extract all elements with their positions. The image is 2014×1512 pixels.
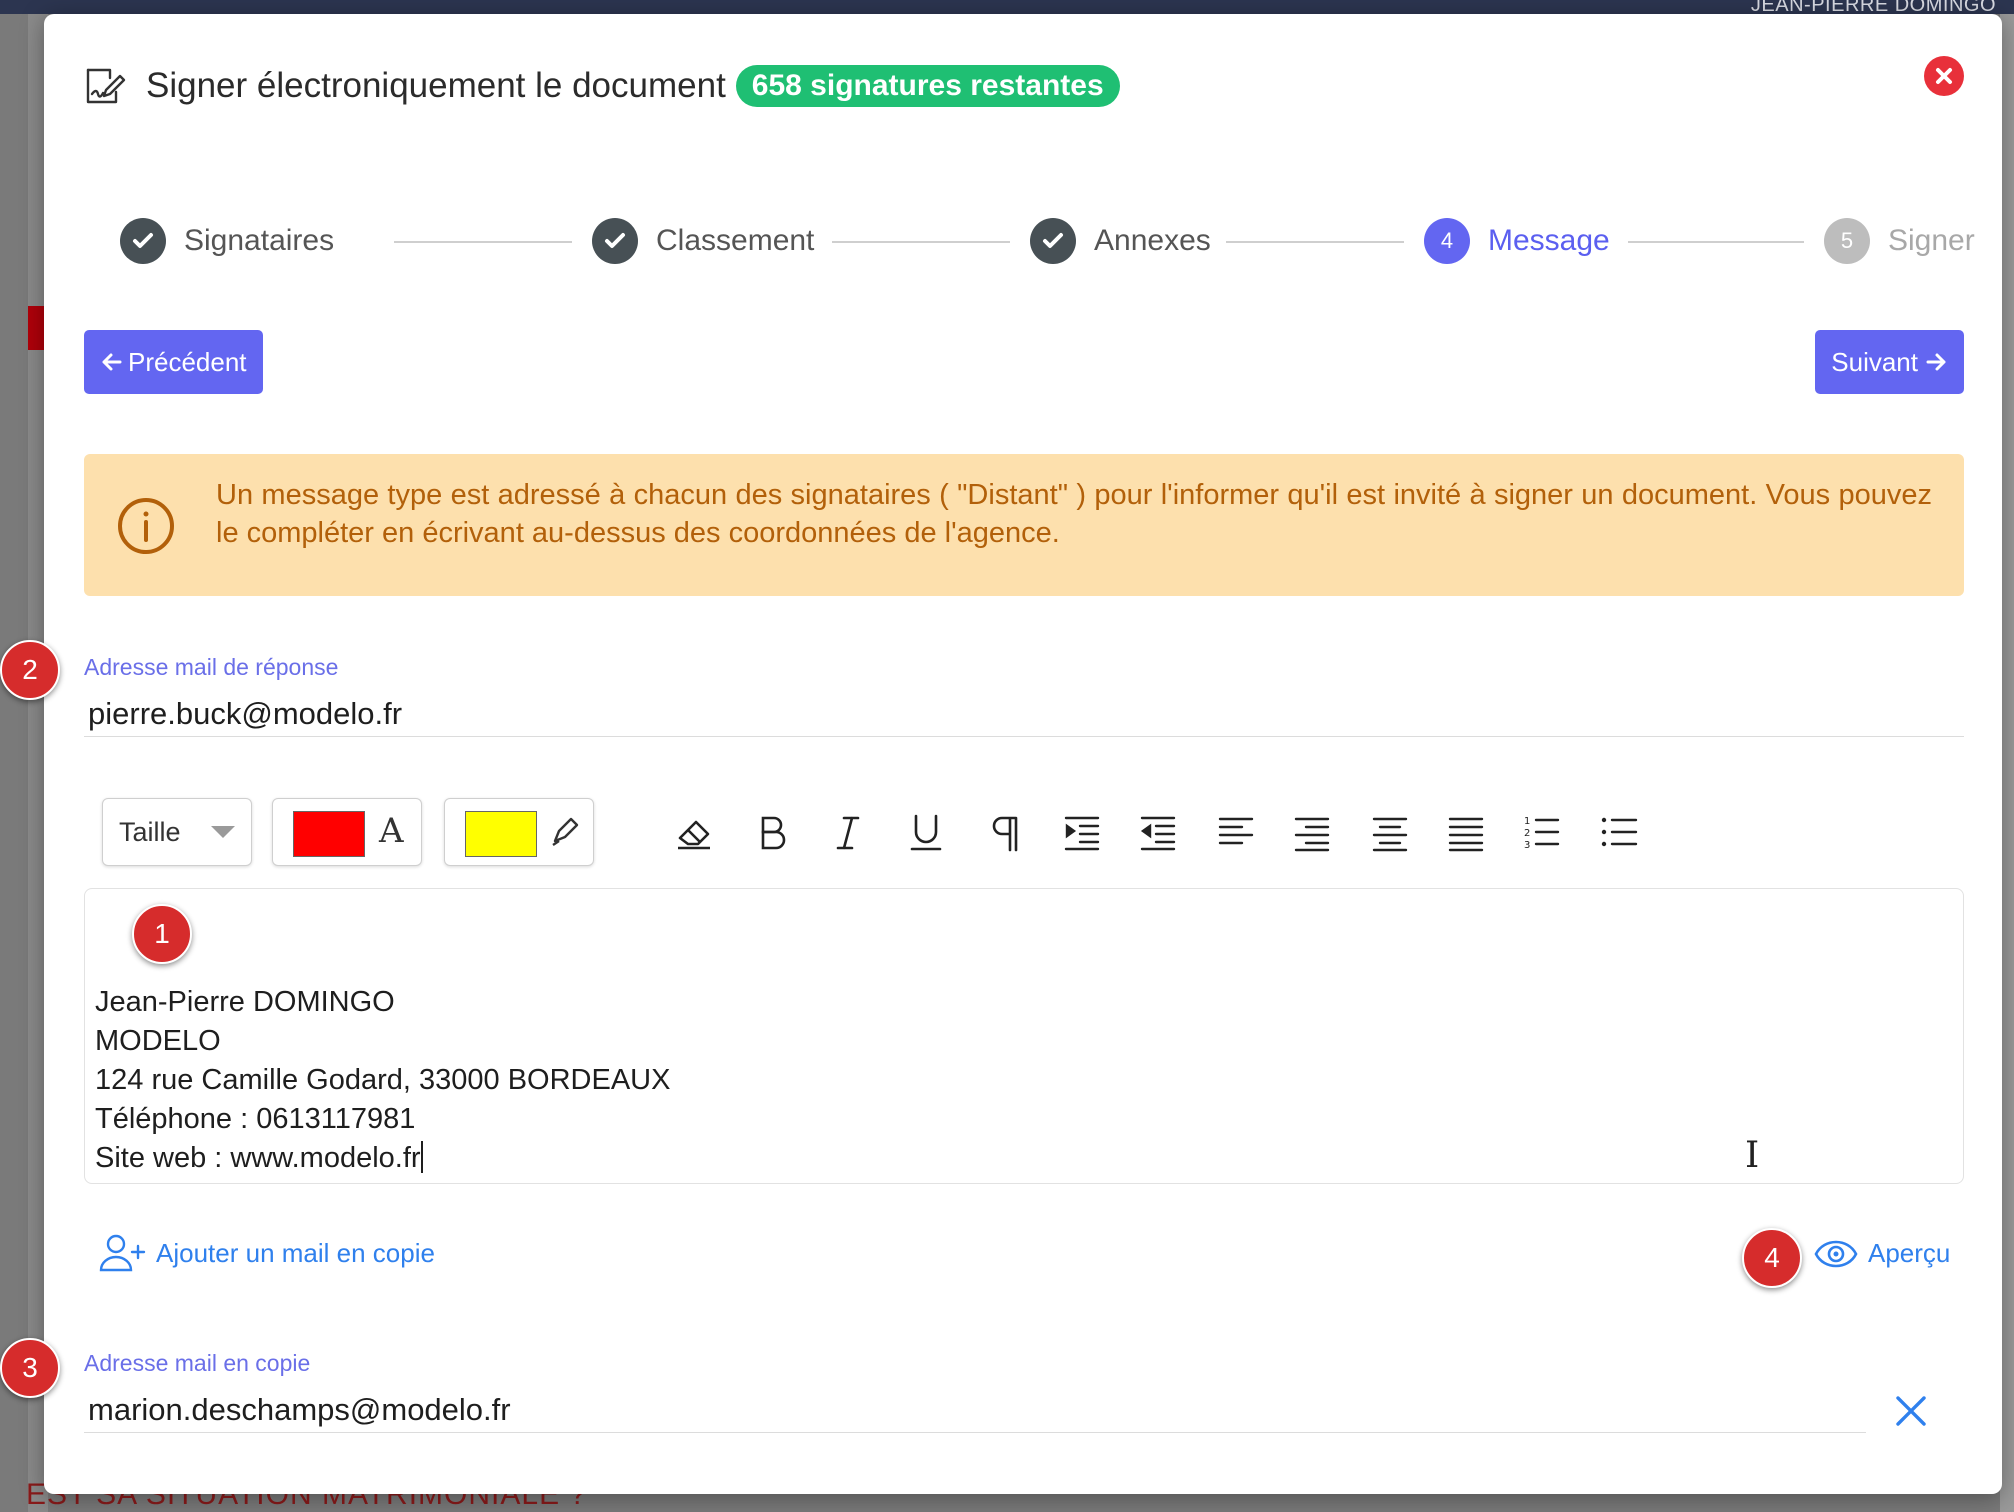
paragraph-icon[interactable] [984,812,1024,852]
eraser-icon[interactable] [674,812,714,852]
preview-label: Aperçu [1868,1238,1951,1268]
editor-content: Jean-Pierre DOMINGO MODELO 124 rue Camil… [95,983,670,1178]
check-icon [120,218,166,264]
close-button[interactable] [1924,56,1964,96]
sign-document-icon [86,68,126,104]
step-number: 5 [1824,218,1870,264]
marker-4: 4 [1742,1228,1802,1288]
step-label: Signer [1888,224,1975,257]
preview-link[interactable]: Aperçu [1814,1238,1950,1269]
marker-1: 1 [132,904,192,964]
stepper: Signataires Classement Annexes 4 Message… [120,210,1975,270]
next-button-label: Suivant [1831,346,1918,377]
editor-line: MODELO [95,1025,221,1057]
highlight-color-swatch [465,811,537,857]
text-cursor-icon: I [1745,1135,1760,1176]
chevron-down-icon [211,826,235,838]
step-label: Message [1488,224,1610,257]
step-connector [1226,241,1404,243]
cc-email-label: Adresse mail en copie [84,1350,311,1376]
next-button[interactable]: Suivant [1815,330,1964,394]
eye-icon [1814,1240,1858,1267]
step-number: 4 [1424,218,1470,264]
text-color-glyph: A [379,811,404,851]
text-color-picker[interactable]: A [272,798,422,866]
svg-text:3: 3 [1524,840,1530,851]
font-size-select[interactable]: Taille [102,798,252,866]
previous-button[interactable]: Précédent [84,330,263,394]
editor-line: 124 rue Camille Godard, 33000 BORDEAUX [95,1064,671,1096]
bold-icon[interactable] [752,812,792,852]
step-connector [394,241,572,243]
align-justify-icon[interactable] [1446,812,1486,852]
step-label: Classement [656,224,815,257]
check-icon [1030,218,1076,264]
background-topbar [0,0,2014,14]
arrow-right-icon [1926,353,1946,371]
remaining-signatures-badge: 658 signatures restantes [735,65,1120,107]
add-cc-email-label: Ajouter un mail en copie [156,1237,435,1268]
ordered-list-icon[interactable]: 1 2 3 [1522,812,1562,852]
text-caret [420,1141,423,1173]
step-annexes[interactable]: Annexes [1030,218,1211,264]
step-label: Signataires [184,224,335,257]
modal-header: Signer électroniquement le document 658 … [82,54,1120,118]
reply-email-underline [84,736,1964,737]
cc-email-underline [84,1432,1866,1433]
indent-icon[interactable] [1062,812,1102,852]
cc-email-input[interactable]: marion.deschamps@modelo.fr [88,1392,511,1428]
font-size-select-value: Taille [119,816,181,847]
editor-last-line: Site web : www.modelo.fr [95,1139,670,1178]
step-connector [1628,241,1804,243]
remove-cc-icon[interactable] [1894,1394,1928,1428]
check-icon [592,218,638,264]
svg-text:2: 2 [1524,828,1530,839]
info-alert: Un message type est adressé à chacun des… [84,454,1964,596]
modal-title: Signer électroniquement le document [146,66,726,105]
step-classement[interactable]: Classement [592,218,814,264]
outdent-icon[interactable] [1138,812,1178,852]
align-center-icon[interactable] [1370,812,1410,852]
background-red-tag [28,306,44,350]
underline-icon[interactable] [906,812,946,852]
reply-email-input[interactable]: pierre.buck@modelo.fr [88,696,402,732]
background-right-panel [2000,14,2014,1512]
highlight-color-picker[interactable] [444,798,594,866]
editor-line: Site web : www.modelo.fr [95,1142,421,1174]
svg-text:1: 1 [1524,816,1530,827]
step-label: Annexes [1094,224,1211,257]
step-signataires[interactable]: Signataires [120,218,334,264]
info-icon [118,498,174,554]
text-color-swatch [293,811,365,857]
step-signer[interactable]: 5 Signer [1824,218,1975,264]
align-left-icon[interactable] [1216,812,1256,852]
editor-line: Téléphone : 0613117981 [95,1103,416,1135]
add-user-icon [99,1234,146,1272]
arrow-left-icon [102,353,122,371]
editor-line: Jean-Pierre DOMINGO [95,986,395,1018]
add-cc-email-link[interactable]: Ajouter un mail en copie [98,1232,435,1274]
close-circle-icon [1936,68,1952,84]
previous-button-label: Précédent [128,346,247,377]
message-editor[interactable]: Jean-Pierre DOMINGO MODELO 124 rue Camil… [84,888,1964,1184]
info-alert-text: Un message type est adressé à chacun des… [216,479,1932,549]
italic-icon[interactable] [828,812,868,852]
marker-3: 3 [0,1338,60,1398]
step-connector [832,241,1010,243]
marker-2: 2 [0,640,60,700]
sign-document-modal: Signer électroniquement le document 658 … [44,14,2002,1494]
reply-email-label: Adresse mail de réponse [84,654,339,680]
step-message[interactable]: 4 Message [1424,218,1610,264]
highlighter-icon [552,817,579,846]
bullet-list-icon[interactable] [1600,812,1640,852]
align-right-icon[interactable] [1292,812,1332,852]
